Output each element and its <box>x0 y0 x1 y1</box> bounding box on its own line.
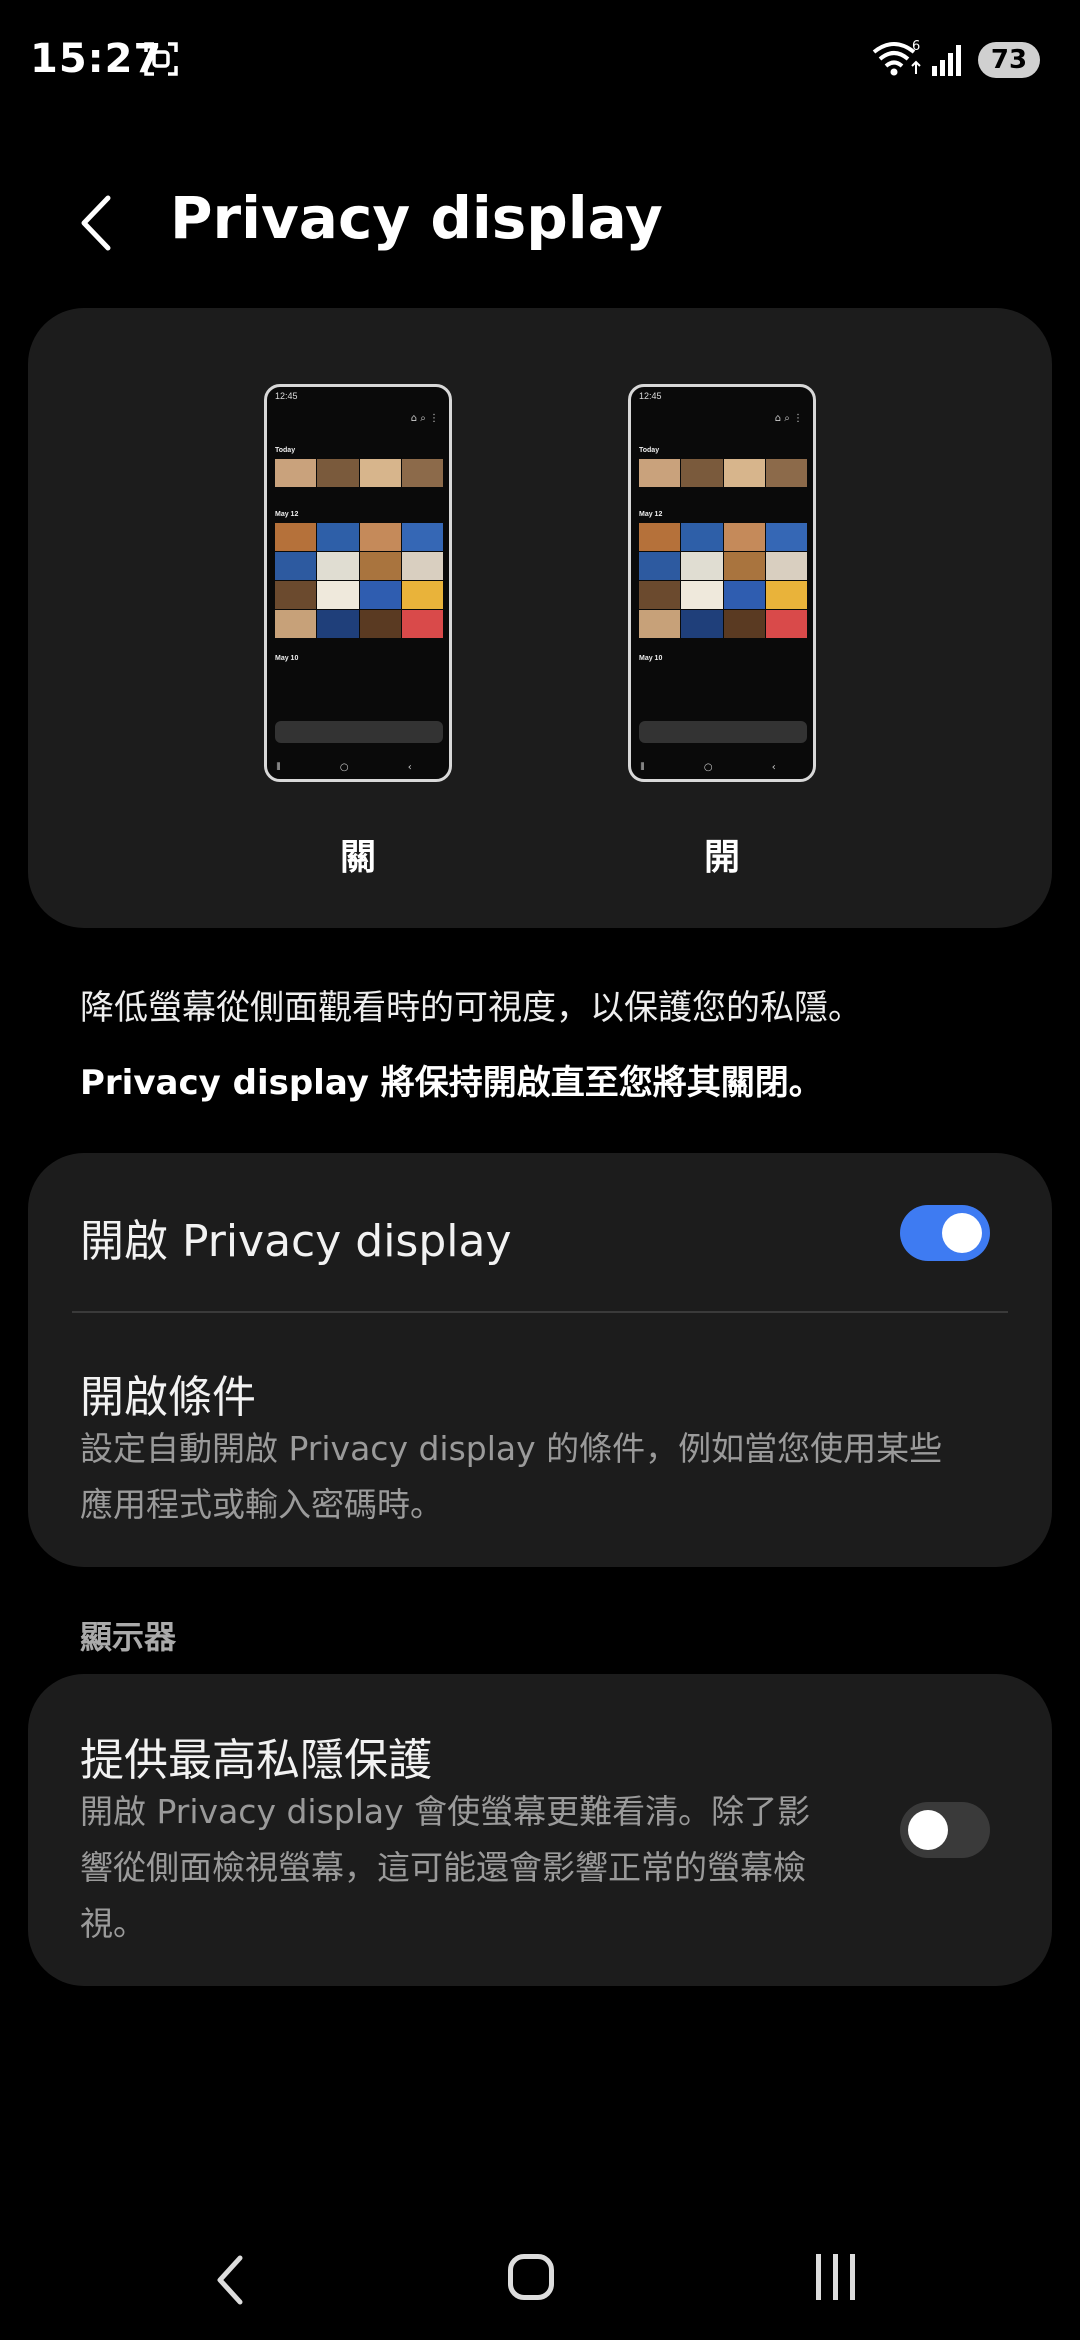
max-privacy-card[interactable]: 提供最高私隱保護 開啟 Privacy display 會使螢幕更難看清。除了影… <box>28 1674 1052 1986</box>
enable-privacy-switch[interactable] <box>900 1205 990 1261</box>
system-navigation-bar <box>0 2220 1080 2330</box>
preview-off-label: 關 <box>339 837 376 878</box>
nav-back-icon[interactable] <box>210 2250 250 2310</box>
enable-privacy-label: 開啟 Privacy display <box>80 1216 512 1267</box>
page-header: Privacy display <box>0 170 1080 270</box>
switch-knob <box>942 1213 982 1253</box>
signal-icon <box>932 45 961 76</box>
back-arrow-icon[interactable] <box>70 188 130 258</box>
conditions-desc-line2: 應用程式或輸入密碼時。 <box>80 1485 443 1524</box>
photo-grid <box>639 523 807 638</box>
max-privacy-title: 提供最高私隱保護 <box>80 1735 432 1786</box>
wifi-icon: 6 <box>872 39 921 76</box>
phone-preview-off: 12:45 ⌂ ⌕ ⋮ Today May 12 May 10 ⦀ ○ ‹ <box>264 384 452 782</box>
nav-home-icon[interactable] <box>508 2254 554 2300</box>
description-note: Privacy display 將保持開啟直至您將其關閉。 <box>80 1063 823 1103</box>
max-privacy-desc-line2: 響從側面檢視螢幕，這可能還會影響正常的螢幕檢 <box>80 1848 806 1887</box>
conditions-desc-line1: 設定自動開啟 Privacy display 的條件，例如當您使用某些 <box>80 1429 943 1468</box>
section-header-display: 顯示器 <box>80 1618 177 1656</box>
battery-badge: 73 <box>978 42 1040 78</box>
wifi-badge: 6 <box>912 39 920 54</box>
phone-preview-on: 12:45 ⌂ ⌕ ⋮ Today May 12 May 10 ⦀ ○ ‹ <box>628 384 816 782</box>
conditions-title: 開啟條件 <box>80 1372 256 1423</box>
preview-card: 12:45 ⌂ ⌕ ⋮ Today May 12 May 10 ⦀ ○ ‹ 關 … <box>28 308 1052 928</box>
max-privacy-switch[interactable] <box>900 1802 990 1858</box>
clock: 15:27 <box>30 36 163 82</box>
description-text: 降低螢幕從側面觀看時的可視度，以保護您的私隱。 <box>80 988 862 1028</box>
photo-grid <box>639 459 807 487</box>
screen-record-icon <box>144 42 178 76</box>
max-privacy-desc-line1: 開啟 Privacy display 會使螢幕更難看清。除了影 <box>80 1792 811 1831</box>
photo-grid <box>275 523 443 638</box>
photo-grid <box>275 459 443 487</box>
nav-recent-icon[interactable] <box>812 2254 860 2300</box>
max-privacy-desc-line3: 視。 <box>80 1904 146 1943</box>
status-bar: 15:27 6 73 <box>0 0 1080 120</box>
page-title: Privacy display <box>170 184 663 252</box>
divider <box>72 1311 1008 1313</box>
switch-knob <box>908 1810 948 1850</box>
preview-on-label: 開 <box>703 837 740 878</box>
privacy-settings-card: 開啟 Privacy display 開啟條件 設定自動開啟 Privacy d… <box>28 1153 1052 1567</box>
